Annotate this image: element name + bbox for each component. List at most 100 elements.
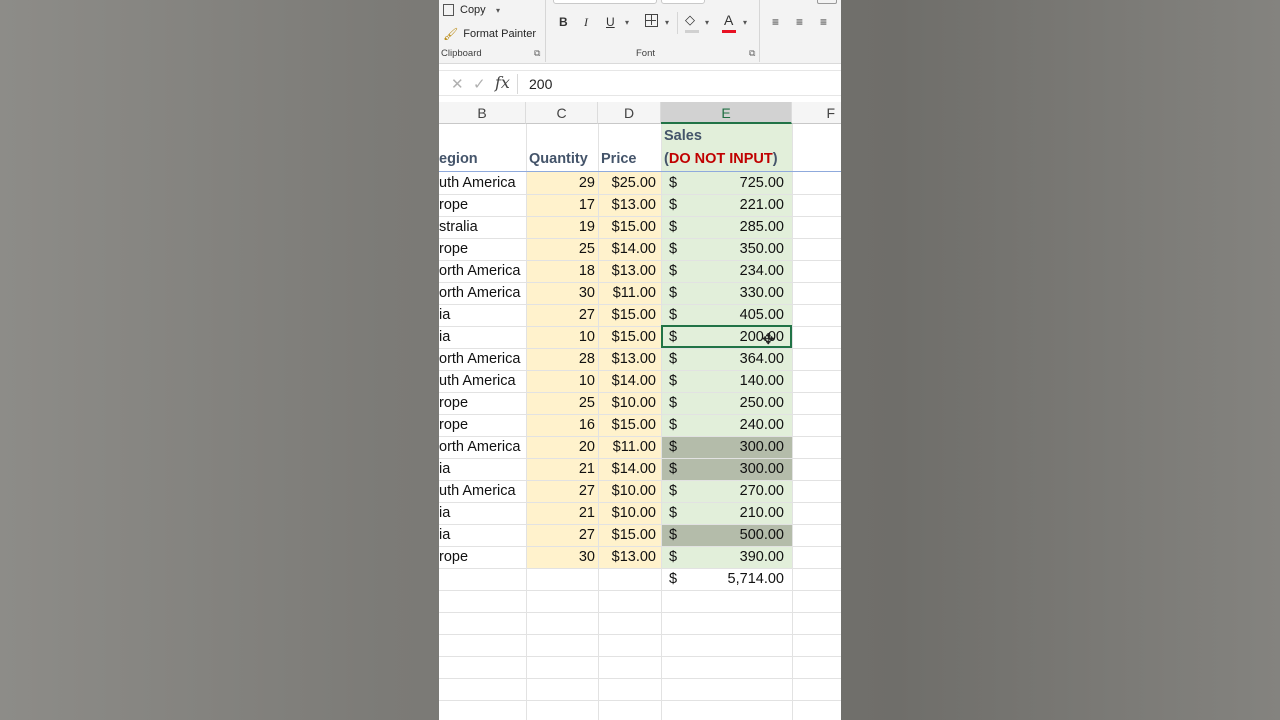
price-cell[interactable]: $10.00 (598, 392, 656, 414)
region-cell[interactable]: rope (439, 392, 523, 414)
price-cell[interactable]: $15.00 (598, 414, 656, 436)
price-cell[interactable]: $14.00 (598, 370, 656, 392)
column-header-e[interactable]: E (661, 102, 792, 124)
region-cell[interactable]: stralia (439, 216, 523, 238)
price-cell[interactable]: $11.00 (598, 436, 656, 458)
formula-input[interactable]: 200 (529, 76, 552, 92)
fill-color-icon[interactable]: ◇ (685, 12, 699, 33)
region-cell[interactable]: uth America (439, 370, 523, 392)
align-right-icon[interactable]: ≡ (820, 15, 827, 29)
quantity-cell[interactable]: 27 (526, 304, 595, 326)
borders-chevron-icon[interactable]: ▾ (665, 18, 669, 27)
price-cell[interactable]: $25.00 (598, 172, 656, 194)
price-cell[interactable]: $14.00 (598, 458, 656, 480)
price-cell[interactable]: $14.00 (598, 238, 656, 260)
enter-icon[interactable]: ✓ (473, 75, 486, 93)
price-cell[interactable]: $13.00 (598, 348, 656, 370)
clipboard-dialog-launcher-icon[interactable]: ⧉ (534, 48, 540, 59)
sales-cell[interactable]: 140.00 (661, 370, 784, 392)
price-cell[interactable]: $11.00 (598, 282, 656, 304)
format-painter-button[interactable]: 🖌 Format Painter (443, 27, 536, 41)
region-cell[interactable]: orth America (439, 436, 523, 458)
quantity-cell[interactable]: 29 (526, 172, 595, 194)
sales-cell[interactable]: 300.00 (661, 436, 784, 458)
sales-cell[interactable]: 285.00 (661, 216, 784, 238)
price-cell[interactable]: $13.00 (598, 260, 656, 282)
sales-cell[interactable]: 500.00 (661, 524, 784, 546)
collapse-ribbon-button[interactable] (817, 0, 837, 4)
bold-button[interactable]: B (559, 15, 568, 29)
region-cell[interactable]: ia (439, 458, 523, 480)
sales-cell[interactable]: 300.00 (661, 458, 784, 480)
region-cell[interactable]: ia (439, 502, 523, 524)
sales-cell[interactable]: 364.00 (661, 348, 784, 370)
price-cell[interactable]: $13.00 (598, 546, 656, 568)
sales-cell[interactable]: 725.00 (661, 172, 784, 194)
copy-dropdown-chevron-icon[interactable]: ▾ (496, 6, 500, 15)
align-center-icon[interactable]: ≡ (796, 15, 803, 29)
price-cell[interactable]: $10.00 (598, 480, 656, 502)
sales-cell[interactable]: 221.00 (661, 194, 784, 216)
font-color-chevron-icon[interactable]: ▾ (743, 18, 747, 27)
region-cell[interactable]: uth America (439, 172, 523, 194)
sales-cell[interactable]: 240.00 (661, 414, 784, 436)
quantity-cell[interactable]: 28 (526, 348, 595, 370)
region-cell[interactable]: rope (439, 546, 523, 568)
quantity-cell[interactable]: 30 (526, 546, 595, 568)
region-cell[interactable]: ia (439, 524, 523, 546)
font-size-box[interactable] (661, 0, 705, 4)
price-cell[interactable]: $15.00 (598, 216, 656, 238)
insert-function-icon[interactable]: fx (495, 73, 510, 92)
sales-cell[interactable]: 405.00 (661, 304, 784, 326)
underline-chevron-icon[interactable]: ▾ (625, 18, 629, 27)
price-cell[interactable]: $15.00 (598, 304, 656, 326)
borders-icon[interactable] (645, 14, 658, 30)
price-cell[interactable]: $10.00 (598, 502, 656, 524)
sales-cell[interactable]: 330.00 (661, 282, 784, 304)
quantity-cell[interactable]: 27 (526, 524, 595, 546)
total-sales-cell[interactable]: 5,714.00 (661, 568, 784, 590)
region-cell[interactable]: orth America (439, 282, 523, 304)
column-header-c[interactable]: C (526, 102, 598, 124)
quantity-cell[interactable]: 27 (526, 480, 595, 502)
price-cell[interactable]: $15.00 (598, 326, 656, 348)
align-left-icon[interactable]: ≡ (772, 15, 779, 29)
region-cell[interactable]: orth America (439, 260, 523, 282)
quantity-cell[interactable]: 30 (526, 282, 595, 304)
sales-cell[interactable]: 270.00 (661, 480, 784, 502)
region-cell[interactable]: rope (439, 414, 523, 436)
quantity-cell[interactable]: 10 (526, 370, 595, 392)
copy-button[interactable]: Copy (443, 4, 486, 16)
price-cell[interactable]: $15.00 (598, 524, 656, 546)
font-dialog-launcher-icon[interactable]: ⧉ (749, 48, 755, 59)
sales-cell[interactable]: 210.00 (661, 502, 784, 524)
region-cell[interactable]: ia (439, 326, 523, 348)
region-cell[interactable]: ia (439, 304, 523, 326)
price-cell[interactable]: $13.00 (598, 194, 656, 216)
cancel-icon[interactable]: ✕ (451, 75, 464, 93)
sales-cell[interactable]: 234.00 (661, 260, 784, 282)
quantity-cell[interactable]: 25 (526, 238, 595, 260)
quantity-cell[interactable]: 19 (526, 216, 595, 238)
column-header-f[interactable]: F (792, 102, 841, 124)
font-name-box[interactable] (553, 0, 657, 4)
fill-color-chevron-icon[interactable]: ▾ (705, 18, 709, 27)
region-cell[interactable]: rope (439, 194, 523, 216)
quantity-cell[interactable]: 21 (526, 502, 595, 524)
quantity-cell[interactable]: 17 (526, 194, 595, 216)
region-cell[interactable]: uth America (439, 480, 523, 502)
column-header-d[interactable]: D (598, 102, 661, 124)
region-cell[interactable]: rope (439, 238, 523, 260)
font-color-icon[interactable]: A (722, 12, 736, 33)
underline-button[interactable]: U (606, 15, 615, 29)
sales-cell[interactable]: 350.00 (661, 238, 784, 260)
region-cell[interactable]: orth America (439, 348, 523, 370)
quantity-cell[interactable]: 16 (526, 414, 595, 436)
worksheet-grid[interactable]: egion Quantity Price Sales (DO NOT INPUT) uth… (439, 124, 841, 720)
quantity-cell[interactable]: 25 (526, 392, 595, 414)
quantity-cell[interactable]: 10 (526, 326, 595, 348)
italic-button[interactable]: I (584, 15, 588, 30)
quantity-cell[interactable]: 18 (526, 260, 595, 282)
quantity-cell[interactable]: 20 (526, 436, 595, 458)
quantity-cell[interactable]: 21 (526, 458, 595, 480)
